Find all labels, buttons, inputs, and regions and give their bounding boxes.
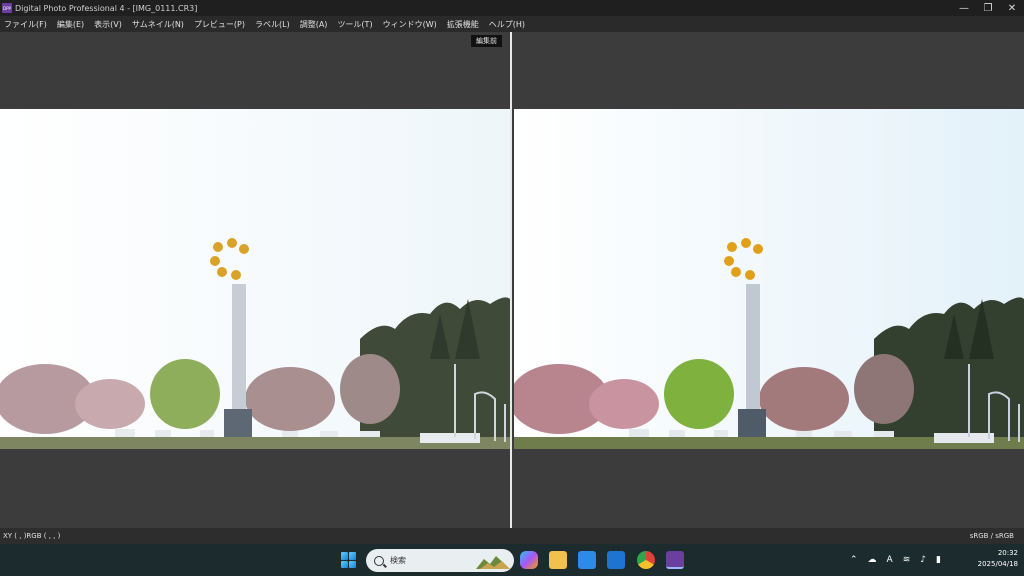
search-highlight-icon [476, 555, 510, 569]
color-space-indicator: sRGB / sRGB [969, 532, 1014, 540]
menu-file[interactable]: ファイル(F) [4, 19, 47, 30]
menu-window[interactable]: ウィンドウ(W) [383, 19, 437, 30]
before-label: 編集前 [471, 35, 502, 47]
ime-indicator[interactable]: A [887, 555, 893, 565]
menu-edit[interactable]: 編集(E) [57, 19, 84, 30]
pixel-readout: XY ( , )RGB ( , , ) [3, 532, 61, 540]
window-title: Digital Photo Professional 4 - [IMG_0111… [15, 3, 198, 13]
onedrive-icon[interactable]: ☁ [868, 555, 877, 565]
menu-bar: ファイル(F) 編集(E) 表示(V) サムネイル(N) プレビュー(P) ラベ… [0, 16, 1024, 32]
battery-icon[interactable]: ▮ [936, 555, 941, 565]
clock-date: 2025/04/18 [977, 560, 1018, 568]
menu-adjust[interactable]: 調整(A) [300, 19, 328, 30]
after-photo [514, 109, 1024, 449]
close-button[interactable]: ✕ [1000, 0, 1024, 16]
chevron-up-icon[interactable]: ⌃ [850, 555, 858, 565]
search-icon [374, 555, 384, 566]
menu-help[interactable]: ヘルプ(H) [489, 19, 525, 30]
minimize-button[interactable]: — [952, 0, 976, 16]
title-bar: DPP Digital Photo Professional 4 - [IMG_… [0, 0, 1024, 16]
menu-preview[interactable]: プレビュー(P) [194, 19, 245, 30]
before-photo [0, 109, 510, 449]
maximize-button[interactable]: ❐ [976, 0, 1000, 16]
volume-icon[interactable]: ♪ [920, 555, 926, 565]
taskbar-clock[interactable]: 20:32 2025/04/18 [968, 548, 1018, 570]
menu-thumbnail[interactable]: サムネイル(N) [132, 19, 184, 30]
mail-icon[interactable] [607, 551, 625, 569]
clock-time: 20:32 [997, 549, 1018, 557]
search-placeholder: 検索 [390, 556, 406, 565]
dpp-icon[interactable] [666, 551, 684, 569]
before-pane[interactable]: 編集前 [0, 32, 510, 528]
file-explorer-icon[interactable] [549, 551, 567, 569]
system-tray: ⌃ ☁ A ≋ ♪ ▮ [850, 544, 951, 576]
after-pane[interactable] [512, 32, 1024, 528]
copilot-icon[interactable] [520, 551, 538, 569]
menu-tools[interactable]: ツール(T) [337, 19, 372, 30]
windows-start-icon[interactable] [341, 552, 357, 568]
menu-view[interactable]: 表示(V) [94, 19, 122, 30]
taskbar-search-box[interactable]: 検索 [366, 549, 514, 572]
wifi-icon[interactable]: ≋ [903, 555, 911, 565]
menu-extensions[interactable]: 拡張機能 [447, 19, 479, 30]
chrome-icon[interactable] [637, 551, 655, 569]
menu-label[interactable]: ラベル(L) [255, 19, 290, 30]
taskbar: 検索 ⌃ ☁ A ≋ ♪ ▮ 20:32 2025/04/18 [0, 544, 1024, 576]
status-bar: XY ( , )RGB ( , , ) sRGB / sRGB [0, 528, 1024, 544]
compare-viewer: 編集前 [0, 32, 1024, 528]
microsoft-store-icon[interactable] [578, 551, 596, 569]
dpp-app-icon: DPP [2, 3, 12, 13]
